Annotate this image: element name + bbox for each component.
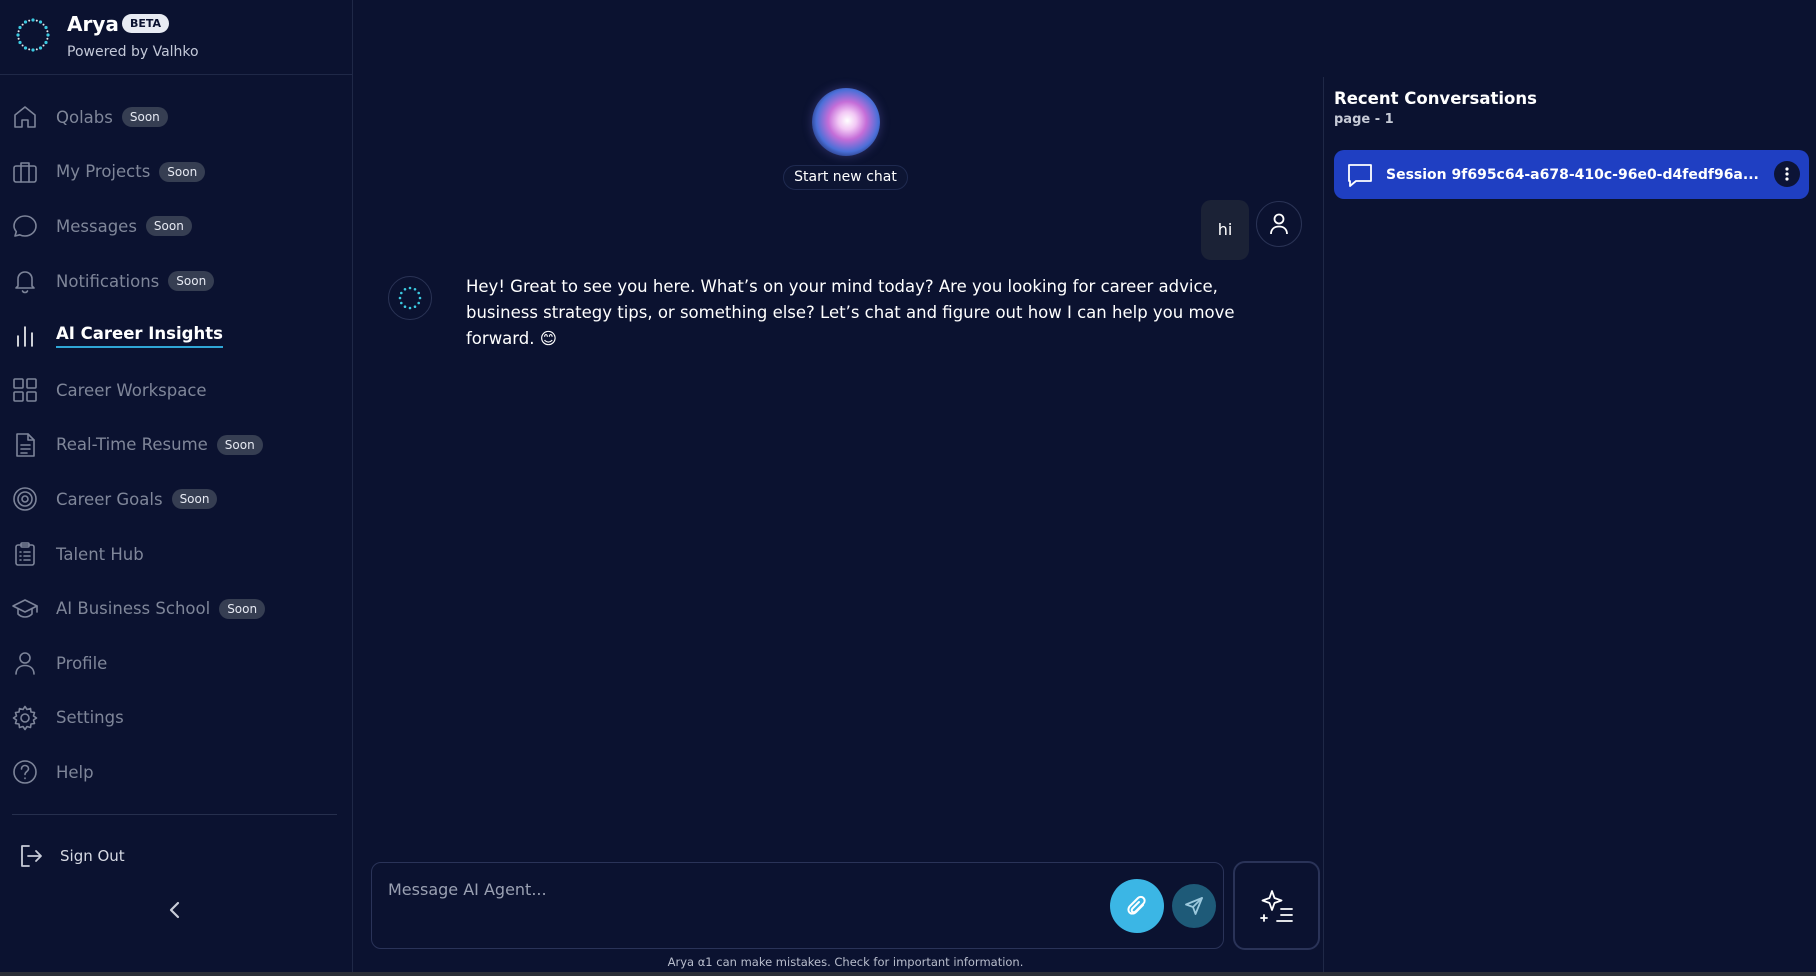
- sidebar-item-ai-career-insights[interactable]: AI Career Insights: [0, 308, 353, 363]
- chat-area: Start new chat hi Hey! Great to see you …: [354, 0, 1322, 972]
- sidebar-item-talent-hub[interactable]: Talent Hub: [0, 527, 353, 582]
- conversation-label: Session 9f695c64-a678-410c-96e0-d4fedf96…: [1386, 166, 1759, 183]
- soon-badge: Soon: [145, 216, 192, 237]
- bar-chart-icon: [10, 321, 40, 351]
- document-icon: [10, 430, 40, 460]
- user-avatar: [1256, 201, 1302, 247]
- graduation-cap-icon: [10, 594, 40, 624]
- sidebar-item-help[interactable]: Help: [0, 745, 353, 800]
- user-icon: [1270, 213, 1288, 235]
- soon-badge: Soon: [159, 161, 206, 182]
- sidebar-item-label: Help: [56, 762, 94, 782]
- attach-file-button[interactable]: [1110, 879, 1164, 933]
- sidebar-item-label: Career Workspace: [56, 380, 207, 400]
- sidebar-item-label: Notifications: [56, 271, 160, 291]
- sidebar-item-qolabs[interactable]: Qolabs Soon: [0, 90, 353, 145]
- main-nav: Qolabs Soon My Projects Soon Messages So…: [0, 90, 353, 800]
- recent-conversations-title: Recent Conversations: [1334, 89, 1537, 108]
- sidebar-item-messages[interactable]: Messages Soon: [0, 199, 353, 254]
- sign-out-label: Sign Out: [60, 847, 125, 865]
- arya-logo-icon: [398, 286, 422, 310]
- message-icon: [10, 211, 40, 241]
- assistant-message: Hey! Great to see you here. What’s on yo…: [466, 277, 1235, 348]
- app-name: Arya: [67, 12, 119, 36]
- assistant-avatar: [388, 276, 432, 320]
- grid-icon: [10, 375, 40, 405]
- brand-subtitle: Powered by Valhko: [67, 44, 199, 60]
- user-message: hi: [1201, 200, 1249, 260]
- sidebar-item-label: Real-Time Resume: [56, 435, 208, 455]
- target-icon: [10, 484, 40, 514]
- soon-badge: Soon: [216, 434, 263, 455]
- sidebar-item-profile[interactable]: Profile: [0, 636, 353, 691]
- sidebar-divider: [12, 814, 337, 815]
- conversation-item[interactable]: Session 9f695c64-a678-410c-96e0-d4fedf96…: [1334, 150, 1809, 199]
- window-bottom-edge: [0, 972, 1816, 976]
- start-new-chat-button[interactable]: Start new chat: [783, 165, 908, 190]
- gear-icon: [10, 703, 40, 733]
- page-indicator: page - 1: [1334, 112, 1394, 127]
- more-vertical-icon: [1785, 167, 1789, 181]
- brand-header: Arya BETA Powered by Valhko: [0, 0, 352, 75]
- soon-badge: Soon: [168, 271, 215, 292]
- chat-bubble-icon: [1345, 160, 1375, 190]
- beta-badge: BETA: [122, 14, 170, 33]
- sidebar-item-label: Messages: [56, 216, 137, 236]
- soon-badge: Soon: [171, 489, 218, 510]
- sidebar-item-label: Talent Hub: [56, 544, 144, 564]
- sidebar-item-settings[interactable]: Settings: [0, 691, 353, 746]
- sidebar-item-ai-business-school[interactable]: AI Business School Soon: [0, 581, 353, 636]
- sidebar-item-label: AI Career Insights: [56, 324, 223, 348]
- sidebar-item-label: Settings: [56, 708, 124, 728]
- soon-badge: Soon: [121, 107, 168, 128]
- sidebar-item-career-workspace[interactable]: Career Workspace: [0, 363, 353, 418]
- sparkle-list-icon: [1259, 889, 1293, 922]
- disclaimer-text: Arya α1 can make mistakes. Check for imp…: [667, 955, 1024, 969]
- bell-icon: [10, 266, 40, 296]
- sidebar: Arya BETA Powered by Valhko Qolabs Soon …: [0, 0, 353, 972]
- sidebar-item-my-projects[interactable]: My Projects Soon: [0, 145, 353, 200]
- soon-badge: Soon: [219, 598, 266, 619]
- sidebar-item-career-goals[interactable]: Career Goals Soon: [0, 472, 353, 527]
- recent-conversations-panel: Recent Conversations page - 1 Session 9f…: [1323, 77, 1816, 972]
- send-icon: [1185, 897, 1203, 915]
- sidebar-item-real-time-resume[interactable]: Real-Time Resume Soon: [0, 418, 353, 473]
- send-button[interactable]: [1172, 884, 1216, 928]
- paperclip-icon: [1127, 895, 1146, 915]
- message-composer: [371, 862, 1224, 949]
- home-icon: [10, 102, 40, 132]
- sign-out-button[interactable]: Sign Out: [17, 842, 125, 870]
- more-options-button[interactable]: [1774, 161, 1800, 187]
- user-icon: [10, 648, 40, 678]
- sidebar-item-label: Profile: [56, 653, 108, 673]
- clipboard-icon: [10, 539, 40, 569]
- chevron-left-icon: [169, 901, 180, 919]
- sidebar-item-notifications[interactable]: Notifications Soon: [0, 254, 353, 309]
- ai-prompts-button[interactable]: [1233, 861, 1320, 950]
- message-input[interactable]: [388, 875, 1088, 903]
- sidebar-item-label: Qolabs: [56, 107, 113, 127]
- sidebar-item-label: AI Business School: [56, 599, 211, 619]
- sidebar-item-label: Career Goals: [56, 489, 163, 509]
- sign-out-icon: [21, 845, 42, 867]
- sidebar-item-label: My Projects: [56, 162, 151, 182]
- briefcase-icon: [10, 157, 40, 187]
- help-icon: [10, 757, 40, 787]
- arya-logo-icon: [16, 18, 50, 52]
- ai-orb-icon[interactable]: [812, 88, 880, 156]
- collapse-sidebar-button[interactable]: [163, 896, 187, 924]
